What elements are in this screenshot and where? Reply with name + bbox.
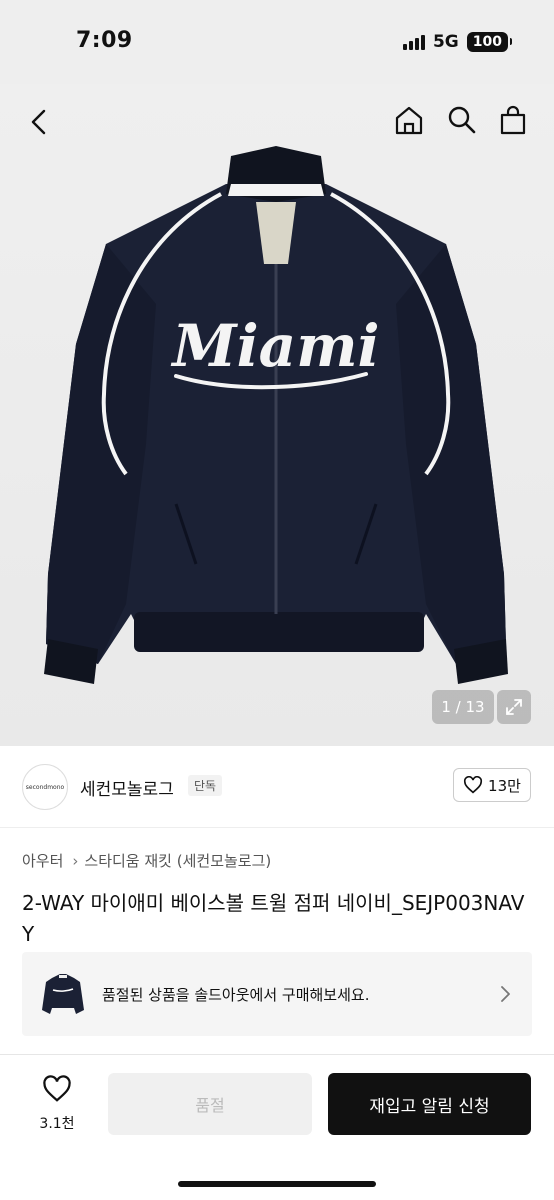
bottom-action-bar: 3.1천 품절 재입고 알림 신청 [0,1055,554,1200]
wishlist-count: 3.1천 [39,1116,75,1132]
breadcrumb-item[interactable]: 스타디움 재킷 (세컨모놀로그) [84,850,271,871]
soldout-banner[interactable]: 품절된 상품을 솔드아웃에서 구매해보세요. [22,952,532,1036]
product-gallery[interactable]: Miami 1 / 13 [0,84,554,746]
search-icon[interactable] [446,104,476,136]
image-counter: 1 / 13 [432,690,494,724]
breadcrumb-item[interactable]: 아우터 [22,850,63,871]
breadcrumb: 아우터 › 스타디움 재킷 (세컨모놀로그) [22,850,271,871]
expand-icon [506,699,522,715]
shopping-bag-icon[interactable] [498,104,528,136]
status-time: 7:09 [76,28,133,53]
heart-icon [464,776,483,794]
brand-like-count: 13만 [488,776,521,795]
home-icon[interactable] [394,104,424,136]
wishlist-button[interactable]: 3.1천 [30,1075,84,1133]
chevron-right-icon: › [72,851,79,870]
brand-like-button[interactable]: 13만 [453,768,531,802]
expand-button[interactable] [497,690,531,724]
soldout-thumbnail [42,974,84,1014]
status-bar: 7:09 5G 100 [0,0,554,84]
back-icon[interactable] [24,106,56,138]
restock-alert-button[interactable]: 재입고 알림 신청 [328,1073,531,1135]
signal-icon [402,34,425,50]
exclusive-badge: 단독 [188,775,223,796]
network-type: 5G [432,32,459,52]
product-title: 2-WAY 마이애미 베이스볼 트윌 점퍼 네이비_SEJP003NAVY [22,891,525,946]
brand-logo[interactable]: secondmono [22,764,68,810]
home-indicator [178,1181,376,1187]
chevron-right-icon [501,986,510,1002]
svg-text:Miami: Miami [170,312,379,380]
brand-row: secondmono 세컨모놀로그 단독 13만 [0,746,554,828]
soldout-banner-text: 품절된 상품을 솔드아웃에서 구매해보세요. [102,986,370,1004]
brand-name[interactable]: 세컨모놀로그 [80,775,174,800]
battery-icon: 100 [466,32,513,52]
header-actions [394,104,528,136]
status-indicators: 5G 100 [402,32,513,52]
soldout-button: 품절 [108,1073,312,1135]
product-image: Miami [44,146,508,684]
heart-icon [43,1075,71,1102]
